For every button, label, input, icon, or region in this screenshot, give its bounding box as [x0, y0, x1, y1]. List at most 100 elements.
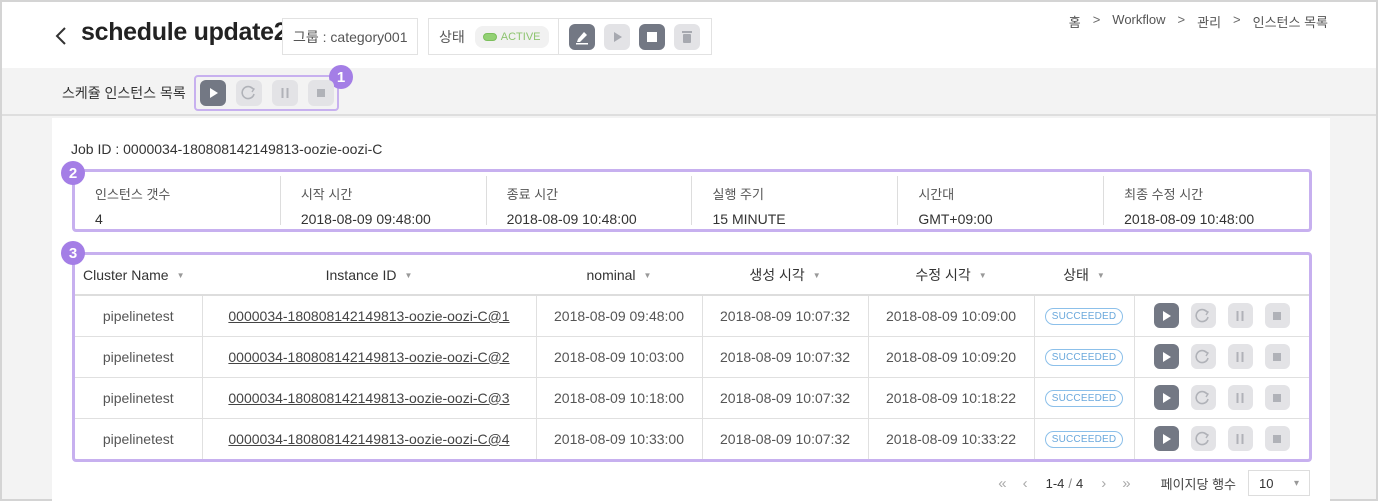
pause-instance-button[interactable] [1227, 426, 1253, 452]
rerun-instance-button[interactable] [1190, 426, 1216, 452]
next-page-button[interactable]: › [1101, 475, 1106, 492]
rerun-all-button[interactable] [236, 80, 262, 106]
status-label: 상태 [439, 28, 465, 45]
run-all-button[interactable] [200, 80, 226, 106]
rerun-instance-button[interactable] [1190, 303, 1216, 329]
cell-actions [1133, 377, 1309, 419]
sort-caret-icon: ▼ [643, 271, 652, 281]
column-header-created[interactable]: 생성 시각 ▼ [702, 255, 868, 296]
table-row: pipelinetest 0000034-180808142149813-oozi… [75, 295, 1310, 337]
breadcrumb-home[interactable]: 홈 [1069, 12, 1081, 31]
pause-icon [1236, 433, 1244, 444]
info-value: 2018-08-09 10:48:00 [1124, 211, 1255, 227]
run-instance-button[interactable] [1153, 303, 1179, 329]
stop-instance-button[interactable] [1264, 303, 1290, 329]
column-header-cluster[interactable]: Cluster Name ▼ [75, 255, 202, 296]
stop-icon [1273, 434, 1282, 443]
instance-id-link[interactable]: 0000034-180808142149813-oozie-oozi-C@3 [228, 390, 509, 406]
cell-created: 2018-08-09 10:07:32 [701, 377, 868, 419]
last-page-button[interactable]: » [1122, 475, 1130, 492]
instance-id-link[interactable]: 0000034-180808142149813-oozie-oozi-C@1 [228, 308, 509, 324]
run-instance-button[interactable] [1153, 344, 1179, 369]
cell-nominal: 2018-08-09 09:48:00 [535, 295, 702, 337]
back-button[interactable] [50, 22, 72, 50]
sort-caret-icon: ▼ [404, 271, 413, 281]
cell-cluster: pipelinetest [75, 377, 202, 419]
stop-instance-button[interactable] [1264, 426, 1290, 452]
pause-icon [281, 88, 289, 98]
sort-caret-icon: ▼ [812, 271, 821, 281]
edit-button[interactable] [569, 23, 595, 50]
pause-instance-button[interactable] [1227, 385, 1253, 410]
pause-instance-button[interactable] [1227, 303, 1253, 329]
play-icon [210, 88, 218, 98]
chevron-left-icon [55, 27, 66, 45]
pause-all-button[interactable] [272, 80, 298, 106]
status-dot-icon [482, 32, 497, 41]
cell-created: 2018-08-09 10:07:32 [701, 336, 868, 378]
page-header: schedule update2 그룹 : category001 상태 ACT… [2, 2, 1376, 68]
trash-icon [682, 30, 692, 43]
cell-modified: 2018-08-09 10:18:22 [867, 377, 1034, 419]
toolbar-title: 스케쥴 인스턴스 목록 [62, 85, 186, 101]
rows-per-page-value: 10 [1259, 475, 1274, 491]
row-actions [1135, 426, 1310, 452]
stop-instance-button[interactable] [1264, 344, 1290, 369]
instance-table-container: Cluster Name ▼ Instance ID ▼ nominal ▼ 생성 시… [72, 252, 1312, 462]
instance-id-link[interactable]: 0000034-180808142149813-oozie-oozi-C@4 [228, 431, 509, 447]
info-label: 최종 수정 시간 [1124, 187, 1204, 202]
row-actions [1135, 344, 1310, 369]
column-label: 생성 시각 [749, 266, 805, 283]
run-button[interactable] [604, 23, 630, 50]
breadcrumb-manage[interactable]: 관리 [1197, 12, 1221, 31]
breadcrumb-separator: > [1177, 12, 1186, 27]
row-actions [1135, 303, 1310, 329]
rows-per-page-select[interactable]: 10 ▾ [1248, 470, 1310, 496]
prev-page-button[interactable]: ‹ [1023, 475, 1028, 492]
toolbar-actions [196, 76, 339, 110]
delete-button[interactable] [674, 23, 700, 50]
stop-instance-button[interactable] [1264, 385, 1290, 410]
rerun-instance-button[interactable] [1190, 344, 1216, 369]
breadcrumb-separator: > [1233, 12, 1241, 27]
stop-icon [647, 31, 657, 42]
job-id: Job ID : 0000034-180808142149813-oozie-o… [71, 141, 383, 157]
pause-instance-button[interactable] [1227, 344, 1253, 369]
rows-per-page-label: 페이지당 행수 [1160, 476, 1236, 492]
breadcrumb: 홈 > Workflow > 관리 > 인스턴스 목록 [1069, 12, 1328, 31]
cell-modified: 2018-08-09 10:09:00 [867, 295, 1034, 337]
stop-icon [1273, 352, 1282, 361]
info-label: 인스턴스 갯수 [95, 187, 171, 202]
cell-instance-id: 0000034-180808142149813-oozie-oozi-C@1 [201, 295, 536, 337]
page-range: 1-4 [1045, 475, 1065, 491]
cell-cluster: pipelinetest [75, 336, 202, 378]
info-label: 실행 주기 [712, 187, 764, 202]
status-badge: SUCCEEDED [1044, 349, 1124, 366]
breadcrumb-workflow[interactable]: Workflow [1112, 12, 1165, 31]
instance-id-link[interactable]: 0000034-180808142149813-oozie-oozi-C@2 [228, 349, 509, 365]
column-header-status[interactable]: 상태 ▼ [1034, 255, 1134, 296]
stop-button[interactable] [639, 23, 665, 50]
refresh-icon [241, 85, 256, 100]
table-row: pipelinetest 0000034-180808142149813-oozi… [75, 336, 1310, 378]
column-label: nominal [586, 266, 636, 283]
page-title: schedule update2 [81, 18, 288, 46]
refresh-icon [1195, 431, 1210, 446]
pause-icon [1236, 351, 1244, 362]
column-header-instance-id[interactable]: Instance ID ▼ [202, 255, 536, 296]
play-icon [1163, 351, 1172, 362]
run-instance-button[interactable] [1153, 385, 1179, 410]
run-instance-button[interactable] [1153, 426, 1179, 452]
refresh-icon [1195, 349, 1210, 363]
content-card: Job ID : 0000034-180808142149813-oozie-o… [52, 118, 1330, 501]
info-label: 시작 시간 [300, 187, 353, 202]
column-header-modified[interactable]: 수정 시각 ▼ [868, 255, 1034, 296]
stop-all-button[interactable] [308, 80, 334, 106]
chevron-down-icon: ▾ [1293, 477, 1299, 489]
table-header-row: Cluster Name ▼ Instance ID ▼ nominal ▼ 생성 시… [75, 255, 1309, 296]
first-page-button[interactable]: « [998, 475, 1006, 492]
stop-icon [1273, 393, 1282, 402]
cell-status: SUCCEEDED [1033, 377, 1134, 419]
rerun-instance-button[interactable] [1190, 385, 1216, 410]
column-header-nominal[interactable]: nominal ▼ [536, 255, 702, 296]
